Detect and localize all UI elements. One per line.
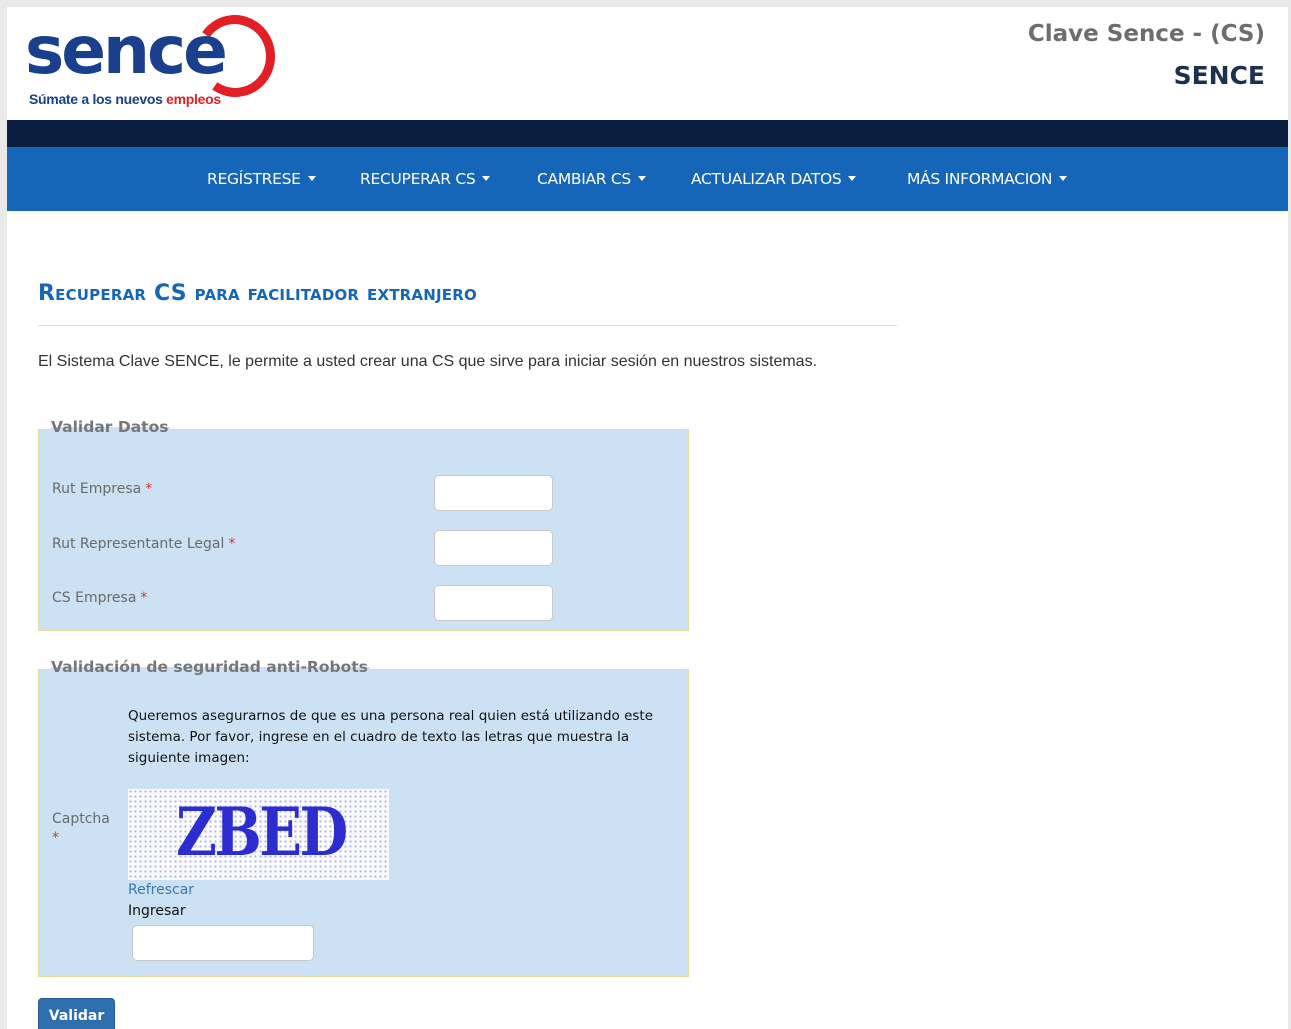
captcha-legend: Validación de seguridad anti-Robots xyxy=(51,658,370,676)
validar-datos-legend: Validar Datos xyxy=(51,418,171,436)
main-nav: REGÍSTRESE RECUPERAR CS CAMBIAR CS ACTUA… xyxy=(7,147,1288,211)
captcha-image-text: ZBED xyxy=(176,793,348,871)
required-marker: * xyxy=(52,830,59,846)
nav-item-recuperar-cs[interactable]: RECUPERAR CS xyxy=(360,147,491,211)
logo-tagline: Súmate a los nuevos empleos xyxy=(29,91,221,107)
nav-item-mas-informacion[interactable]: MÁS INFORMACION xyxy=(907,147,1068,211)
nav-item-label: MÁS INFORMACION xyxy=(907,170,1053,188)
top-dark-bar xyxy=(7,120,1288,147)
caret-down-icon xyxy=(307,176,316,181)
nav-item-label: RECUPERAR CS xyxy=(360,170,476,188)
validar-button[interactable]: Validar xyxy=(38,998,115,1029)
captcha-description: Queremos asegurarnos de que es una perso… xyxy=(128,708,654,766)
intro-text: El Sistema Clave SENCE, le permite a ust… xyxy=(38,353,818,370)
nav-item-cambiar-cs[interactable]: CAMBIAR CS xyxy=(537,147,646,211)
rut-empresa-input[interactable] xyxy=(434,475,553,511)
heading-divider xyxy=(38,325,897,326)
sence-logo[interactable]: sence Súmate a los nuevos empleos xyxy=(25,8,282,111)
site-header: sence Súmate a los nuevos empleos Clave … xyxy=(7,7,1288,120)
validar-datos-panel: Validar Datos Rut Empresa * Rut Represent… xyxy=(38,418,689,631)
cs-empresa-label-text: CS Empresa xyxy=(52,590,137,606)
caret-down-icon xyxy=(482,176,491,181)
caret-down-icon xyxy=(1059,176,1068,181)
nav-item-registrese[interactable]: REGÍSTRESE xyxy=(207,147,316,211)
rut-representante-label: Rut Representante Legal * xyxy=(52,536,235,552)
rut-empresa-label-text: Rut Empresa xyxy=(52,481,142,497)
site-title-line1: Clave Sence - (CS) xyxy=(1027,21,1265,47)
nav-item-label: ACTUALIZAR DATOS xyxy=(691,170,842,188)
nav-item-label: REGÍSTRESE xyxy=(207,170,301,188)
logo-tagline-highlight: empleos xyxy=(166,91,221,107)
required-marker: * xyxy=(145,481,153,497)
captcha-image: ZBED xyxy=(128,789,389,880)
required-marker: * xyxy=(228,536,236,552)
site-title-line2: SENCE xyxy=(1173,61,1265,90)
required-marker: * xyxy=(140,590,148,606)
captcha-label: Captcha xyxy=(52,811,110,827)
site-title: Clave Sence - (CS) SENCE xyxy=(1028,19,1265,91)
logo-tagline-start: Súmate a los nuevos xyxy=(29,91,167,107)
rut-representante-input[interactable] xyxy=(434,530,553,566)
page-frame: sence Súmate a los nuevos empleos Clave … xyxy=(7,7,1288,1029)
captcha-input-label: Ingresar xyxy=(128,903,186,919)
cs-empresa-input[interactable] xyxy=(434,585,553,621)
captcha-input[interactable] xyxy=(132,925,314,961)
logo-wordmark: sence xyxy=(25,12,228,89)
nav-item-actualizar-datos[interactable]: ACTUALIZAR DATOS xyxy=(691,147,857,211)
page-title: Recuperar CS para facilitador extranjero xyxy=(38,281,477,306)
rut-empresa-label: Rut Empresa * xyxy=(52,481,152,497)
refresh-captcha-link[interactable]: Refrescar xyxy=(128,882,194,898)
cs-empresa-label: CS Empresa * xyxy=(52,590,147,606)
nav-item-label: CAMBIAR CS xyxy=(537,170,631,188)
rut-representante-label-text: Rut Representante Legal xyxy=(52,536,225,552)
caret-down-icon xyxy=(637,176,646,181)
captcha-panel: Validación de seguridad anti-Robots Quer… xyxy=(38,658,689,977)
caret-down-icon xyxy=(848,176,857,181)
